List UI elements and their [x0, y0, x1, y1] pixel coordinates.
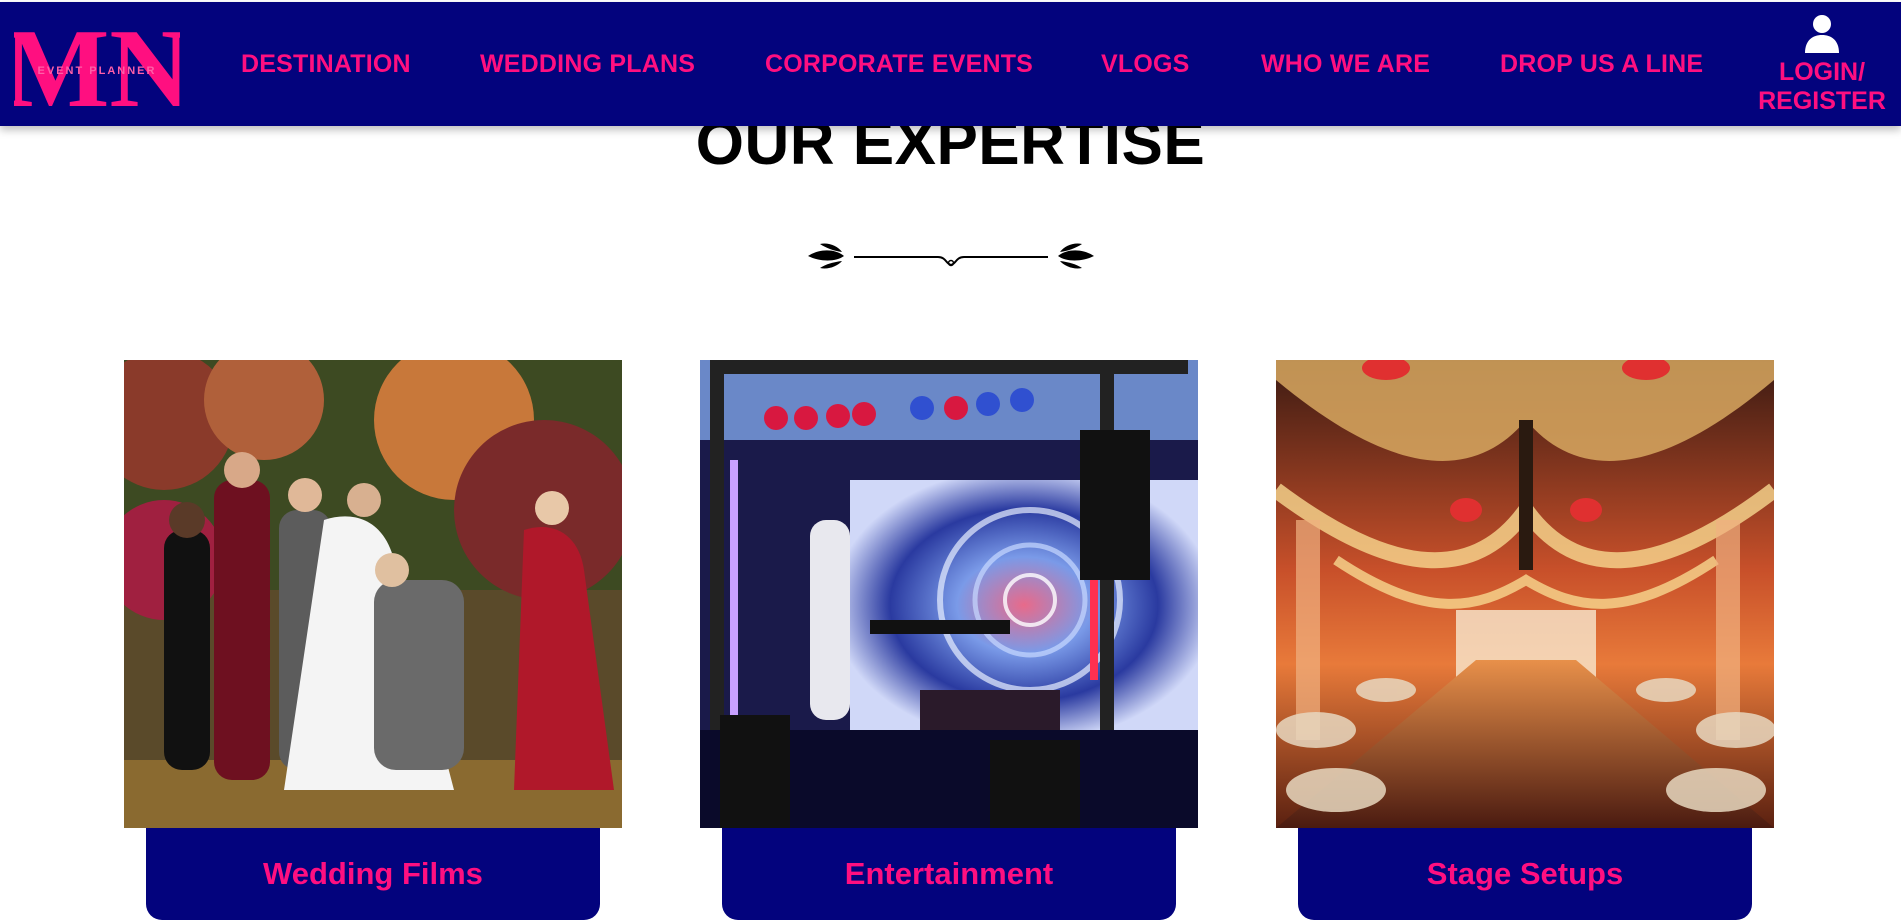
wedding-films-button[interactable]: Wedding Films — [146, 828, 600, 920]
decorative-divider — [808, 243, 1094, 269]
nav-who-we-are[interactable]: WHO WE ARE — [1261, 50, 1430, 79]
nav-vlogs[interactable]: VLOGS — [1101, 50, 1190, 79]
wedding-party-photo[interactable] — [124, 360, 622, 828]
banquet-hall-photo[interactable] — [1276, 360, 1774, 828]
login-register-link[interactable]: LOGIN/ REGISTER — [1752, 14, 1892, 116]
dj-stage-photo[interactable] — [700, 360, 1198, 828]
mn-event-planner-logo[interactable]: MN EVENT PLANNER — [14, 14, 180, 112]
nav-destination[interactable]: DESTINATION — [241, 50, 411, 79]
register-label: REGISTER — [1758, 87, 1886, 115]
svg-text:EVENT PLANNER: EVENT PLANNER — [38, 65, 157, 77]
entertainment-button[interactable]: Entertainment — [722, 828, 1176, 920]
nav-corporate-events[interactable]: CORPORATE EVENTS — [765, 50, 1033, 79]
user-icon — [1805, 15, 1839, 53]
nav-drop-us-a-line[interactable]: DROP US A LINE — [1500, 50, 1703, 79]
nav-wedding-plans[interactable]: WEDDING PLANS — [480, 50, 695, 79]
login-label: LOGIN/ — [1778, 58, 1866, 86]
top-navbar: MN EVENT PLANNER DESTINATION WEDDING PLA… — [0, 2, 1901, 126]
svg-text:MN: MN — [14, 14, 180, 112]
stage-setups-button[interactable]: Stage Setups — [1298, 828, 1752, 920]
